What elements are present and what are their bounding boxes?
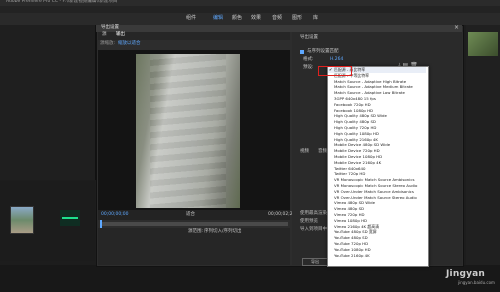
preset-option[interactable]: Vimeo 720p HD <box>334 213 365 217</box>
workspace-tab-active[interactable]: 编辑 <box>213 16 223 21</box>
preset-option[interactable]: Mobile Device 720p HD <box>334 149 380 153</box>
preset-option[interactable]: Twitter 720p HD <box>334 172 365 176</box>
preset-option[interactable]: VR Over-Under Match Source Stereo Audio <box>334 195 417 200</box>
match-sequence-label: 与序列设置匹配 <box>307 49 339 54</box>
app-menubar <box>0 6 500 13</box>
preset-option[interactable]: Twitter 640x640 <box>334 166 365 171</box>
format-label: 格式: <box>303 57 314 62</box>
option-import-project[interactable]: 导入到项目中 <box>300 227 327 233</box>
tab-output[interactable]: 输出 <box>116 32 125 38</box>
preset-option[interactable]: Match Source - Adaptive Medium Bitrate <box>334 85 413 89</box>
workspace-tab[interactable]: 效果 <box>251 16 261 21</box>
app-title: Adobe Premiere Pro CC - F:\\新建视频编辑\\新建项目 <box>6 0 118 4</box>
preset-option[interactable]: VR Over-Under Match Source Ambisonics <box>334 189 414 194</box>
source-scale-label: 源缩放: <box>100 41 116 46</box>
tab-video[interactable]: 视频 <box>300 149 309 155</box>
preset-option[interactable]: Mobile Device 1080p HD <box>334 155 382 159</box>
export-button[interactable]: 导出 <box>302 258 328 266</box>
preset-option[interactable]: Vimeo 2160p 4K 超高清 <box>334 224 379 229</box>
audio-clip-thumbnail[interactable] <box>60 210 80 226</box>
preset-option[interactable]: YouTube 480p SD 宽屏 <box>334 230 377 234</box>
close-icon[interactable]: × <box>454 25 459 31</box>
preview-tabs <box>98 32 290 40</box>
preset-option[interactable]: YouTube 480p SD <box>334 236 368 240</box>
dialog-titlebar <box>96 25 462 32</box>
workspace-tab[interactable]: 图形 <box>292 16 302 21</box>
preset-option[interactable]: VR Monoscopic Match Source Ambisonics <box>334 178 415 182</box>
preset-label: 预设: <box>303 65 314 70</box>
source-range-select[interactable]: 序列切入/序列切出 <box>204 229 242 235</box>
preset-option[interactable]: Vimeo 1080p HD <box>334 218 367 223</box>
preset-option[interactable]: 3GPP 640x480 15 fps <box>334 97 376 101</box>
playhead[interactable] <box>100 220 102 228</box>
source-scale-select[interactable]: 缩放以适合 <box>118 41 141 47</box>
preset-option[interactable]: Mobile Device 2160p 4K <box>334 160 381 165</box>
workspace-tab[interactable]: 组件 <box>186 16 196 21</box>
preset-option[interactable]: High Quality 720p HD <box>334 126 376 130</box>
tab-source[interactable]: 源 <box>102 32 107 38</box>
preset-option[interactable]: Facebook 720p HD <box>334 102 371 107</box>
workspace-tab[interactable]: 颜色 <box>232 16 242 21</box>
preset-option[interactable]: High Quality 2160p 4K <box>334 137 378 142</box>
option-use-previews[interactable]: 使用预览 <box>300 219 318 225</box>
preset-option[interactable]: Facebook 1080p HD <box>334 108 373 113</box>
waveform-icon <box>62 217 78 219</box>
video-preview-texture <box>150 54 226 208</box>
effect-controls-panel <box>0 25 96 180</box>
preset-option[interactable]: Vimeo 480p SD <box>334 207 364 211</box>
watermark-url: jingyan.baidu.com <box>458 280 495 285</box>
tab-audio[interactable]: 音频 <box>318 149 327 155</box>
export-settings-heading: 导出设置 <box>300 35 318 40</box>
preset-option[interactable]: High Quality 480p SD Wide <box>334 114 387 118</box>
annotation-highlight-box <box>318 66 352 76</box>
match-sequence-checkbox[interactable] <box>300 50 304 54</box>
fit-select[interactable]: 适合 <box>186 212 195 218</box>
preset-option[interactable]: Match Source - Adaptive Low Bitrate <box>334 91 405 95</box>
preset-option[interactable]: VR Monoscopic Match Source Stereo Audio <box>334 184 417 188</box>
preset-option[interactable]: YouTube 1080p HD <box>334 247 371 252</box>
program-monitor-thumbnail <box>468 32 498 56</box>
right-panel <box>466 25 500 265</box>
preview-scrubber[interactable] <box>100 222 288 226</box>
source-range-label: 源范围: <box>188 229 204 234</box>
preset-option[interactable]: YouTube 720p HD <box>334 242 368 246</box>
watermark-logo: Jingyan <box>446 269 486 279</box>
timeline-panel <box>0 265 500 292</box>
preset-option[interactable]: YouTube 2160p 4K <box>334 253 370 258</box>
preset-option[interactable]: High Quality 480p SD <box>334 120 376 124</box>
timecode-start[interactable]: 00;00;00;00 <box>101 212 128 218</box>
format-select[interactable]: H.264 <box>330 57 343 63</box>
preset-option[interactable]: Match Source - Adaptive High Bitrate <box>334 79 406 84</box>
workspace-tab[interactable]: 库 <box>313 16 318 21</box>
preset-option[interactable]: Mobile Device 480p SD Wide <box>334 143 390 147</box>
dialog-title: 导出设置 <box>101 25 119 30</box>
video-clip-thumbnail[interactable] <box>10 206 34 234</box>
preset-option[interactable]: Vimeo 480p SD Wide <box>334 201 375 205</box>
workspace-tab[interactable]: 音频 <box>272 16 282 21</box>
preset-option[interactable]: High Quality 1080p HD <box>334 131 379 136</box>
workspace-tabs <box>0 13 500 25</box>
